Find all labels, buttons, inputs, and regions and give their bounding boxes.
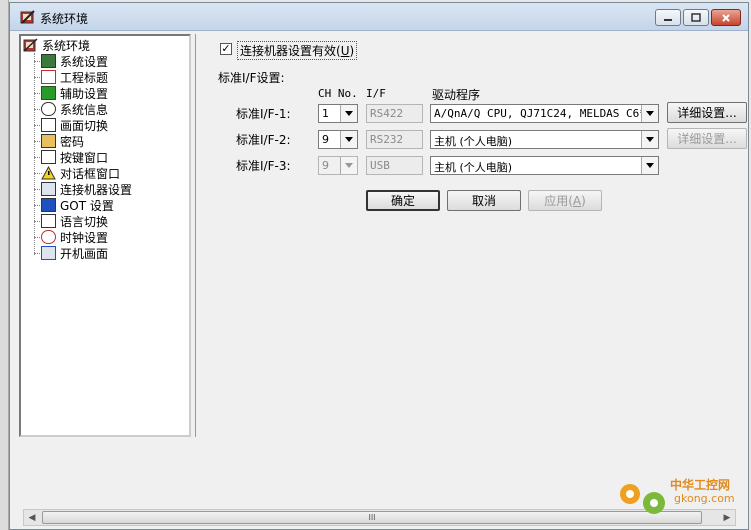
window-title: 系统环境 — [40, 12, 89, 26]
tree-item-system-info[interactable]: 系统信息 — [41, 101, 108, 117]
watermark: 中华工控网 gkong.com — [614, 470, 749, 522]
chevron-down-icon — [340, 157, 357, 174]
enable-connection-label[interactable]: 连接机器设置有效(U) — [237, 41, 358, 60]
minimize-button[interactable] — [655, 9, 681, 26]
if-field-if2: RS232 — [366, 130, 423, 149]
cancel-button[interactable]: 取消 — [447, 190, 521, 211]
settings-panel: ✓ 连接机器设置有效(U) 标准I/F设置: CH No. I/F 驱动程序 标… — [195, 34, 747, 437]
tree-item-connected-device[interactable]: 连接机器设置 — [41, 181, 132, 197]
ch-value: 9 — [322, 159, 329, 172]
scroll-grip: III — [368, 513, 376, 522]
system-environment-icon — [20, 10, 35, 24]
tree-item-label: 画面切换 — [60, 118, 109, 133]
tree-item-label: 连接机器设置 — [60, 182, 133, 197]
tree-item-password[interactable]: 密码 — [41, 133, 84, 149]
dialog-window-icon — [41, 166, 56, 180]
chevron-down-icon — [340, 131, 357, 148]
apply-button[interactable]: 应用(A) — [528, 190, 602, 211]
connected-device-icon — [41, 182, 56, 196]
tree-item-system-settings[interactable]: 系统设置 — [41, 53, 108, 69]
tree-item-label: 系统信息 — [60, 102, 109, 117]
tree-item-label: 系统设置 — [60, 54, 109, 69]
row-label-if1: 标准I/F-1: — [236, 107, 291, 121]
tree-item-clock-settings[interactable]: 时钟设置 — [41, 229, 108, 245]
scroll-left-icon[interactable]: ◀ — [24, 510, 40, 525]
tree-item-boot-screen[interactable]: 开机画面 — [41, 245, 108, 261]
tree-item-label: 时钟设置 — [60, 230, 109, 245]
system-environment-window: 系统环境 系统环境 系统设置 工程标题 辅助设置 系统信息 画面切换 密码 按键… — [9, 2, 749, 530]
boot-screen-icon — [41, 246, 56, 260]
tree-item-language-switch[interactable]: 语言切换 — [41, 213, 108, 229]
tree-item-dialog-window[interactable]: 对话框窗口 — [41, 165, 120, 181]
close-icon — [722, 13, 730, 22]
tree-item-label: 工程标题 — [60, 70, 109, 85]
auxiliary-settings-icon — [41, 86, 56, 100]
driver-value: 主机 (个人电脑) — [434, 135, 513, 148]
row-label-if3: 标准I/F-3: — [236, 159, 291, 173]
detail-settings-button-if1[interactable]: 详细设置... — [667, 102, 747, 123]
maximize-button[interactable] — [683, 9, 709, 26]
ch-select-if1[interactable]: 1 — [318, 104, 358, 123]
tree-item-label: 开机画面 — [60, 246, 109, 261]
maximize-icon — [691, 13, 701, 22]
tree-connector — [34, 53, 35, 255]
screen-switch-icon — [41, 118, 56, 132]
driver-select-if1[interactable]: A/QnA/Q CPU, QJ71C24, MELDAS C6* — [430, 104, 659, 123]
ok-button[interactable]: 确定 — [366, 190, 440, 211]
driver-select-if3[interactable]: 主机 (个人电脑) — [430, 156, 659, 175]
settings-tree[interactable]: 系统环境 系统设置 工程标题 辅助设置 系统信息 画面切换 密码 按键窗口 对话… — [19, 34, 191, 437]
if-field-if1: RS422 — [366, 104, 423, 123]
ch-value: 9 — [322, 133, 329, 146]
system-environment-root-icon — [23, 38, 38, 52]
project-title-icon — [41, 70, 56, 84]
scrollbar-thumb[interactable]: III — [42, 511, 702, 524]
tree-item-label: 辅助设置 — [60, 86, 109, 101]
ch-select-if3[interactable]: 9 — [318, 156, 358, 175]
window-content: 系统环境 系统设置 工程标题 辅助设置 系统信息 画面切换 密码 按键窗口 对话… — [19, 34, 747, 508]
tree-item-got-settings[interactable]: GOT 设置 — [41, 197, 114, 213]
watermark-text: 中华工控网 — [670, 478, 731, 492]
chevron-down-icon — [641, 157, 658, 174]
watermark-url: gkong.com — [674, 492, 735, 505]
system-settings-icon — [41, 54, 56, 68]
detail-settings-button-if2[interactable]: 详细设置... — [667, 128, 747, 149]
tree-root[interactable]: 系统环境 — [23, 37, 90, 53]
chevron-down-icon — [641, 105, 658, 122]
row-label-if2: 标准I/F-2: — [236, 133, 291, 147]
tree-item-label: 语言切换 — [60, 214, 109, 229]
tree-item-screen-switch[interactable]: 画面切换 — [41, 117, 108, 133]
tree-item-label: 对话框窗口 — [60, 166, 121, 181]
chevron-down-icon — [340, 105, 357, 122]
column-header-ch: CH No. — [318, 87, 358, 100]
tree-item-project-title[interactable]: 工程标题 — [41, 69, 108, 85]
got-settings-icon — [41, 198, 56, 212]
if-field-if3: USB — [366, 156, 423, 175]
clock-settings-icon — [41, 230, 56, 244]
column-header-driver: 驱动程序 — [432, 88, 481, 102]
tree-item-label: GOT 设置 — [60, 198, 114, 213]
ch-value: 1 — [322, 107, 329, 120]
system-info-icon — [41, 102, 56, 116]
language-switch-icon — [41, 214, 56, 228]
enable-connection-checkbox[interactable]: ✓ — [220, 43, 232, 55]
password-icon — [41, 134, 56, 148]
background-window-edge — [0, 0, 9, 530]
tree-item-key-window[interactable]: 按键窗口 — [41, 149, 108, 165]
title-bar[interactable]: 系统环境 — [10, 3, 748, 31]
tree-item-auxiliary-settings[interactable]: 辅助设置 — [41, 85, 108, 101]
driver-select-if2[interactable]: 主机 (个人电脑) — [430, 130, 659, 149]
close-button[interactable] — [711, 9, 741, 26]
minimize-icon — [664, 18, 672, 21]
driver-value: 主机 (个人电脑) — [434, 161, 513, 174]
tree-root-label: 系统环境 — [42, 38, 91, 53]
chevron-down-icon — [641, 131, 658, 148]
section-title: 标准I/F设置: — [218, 71, 285, 85]
ch-select-if2[interactable]: 9 — [318, 130, 358, 149]
key-window-icon — [41, 150, 56, 164]
tree-item-label: 按键窗口 — [60, 150, 109, 165]
driver-value: A/QnA/Q CPU, QJ71C24, MELDAS C6* — [434, 107, 646, 120]
tree-item-label: 密码 — [60, 134, 85, 149]
column-header-if: I/F — [366, 87, 386, 100]
